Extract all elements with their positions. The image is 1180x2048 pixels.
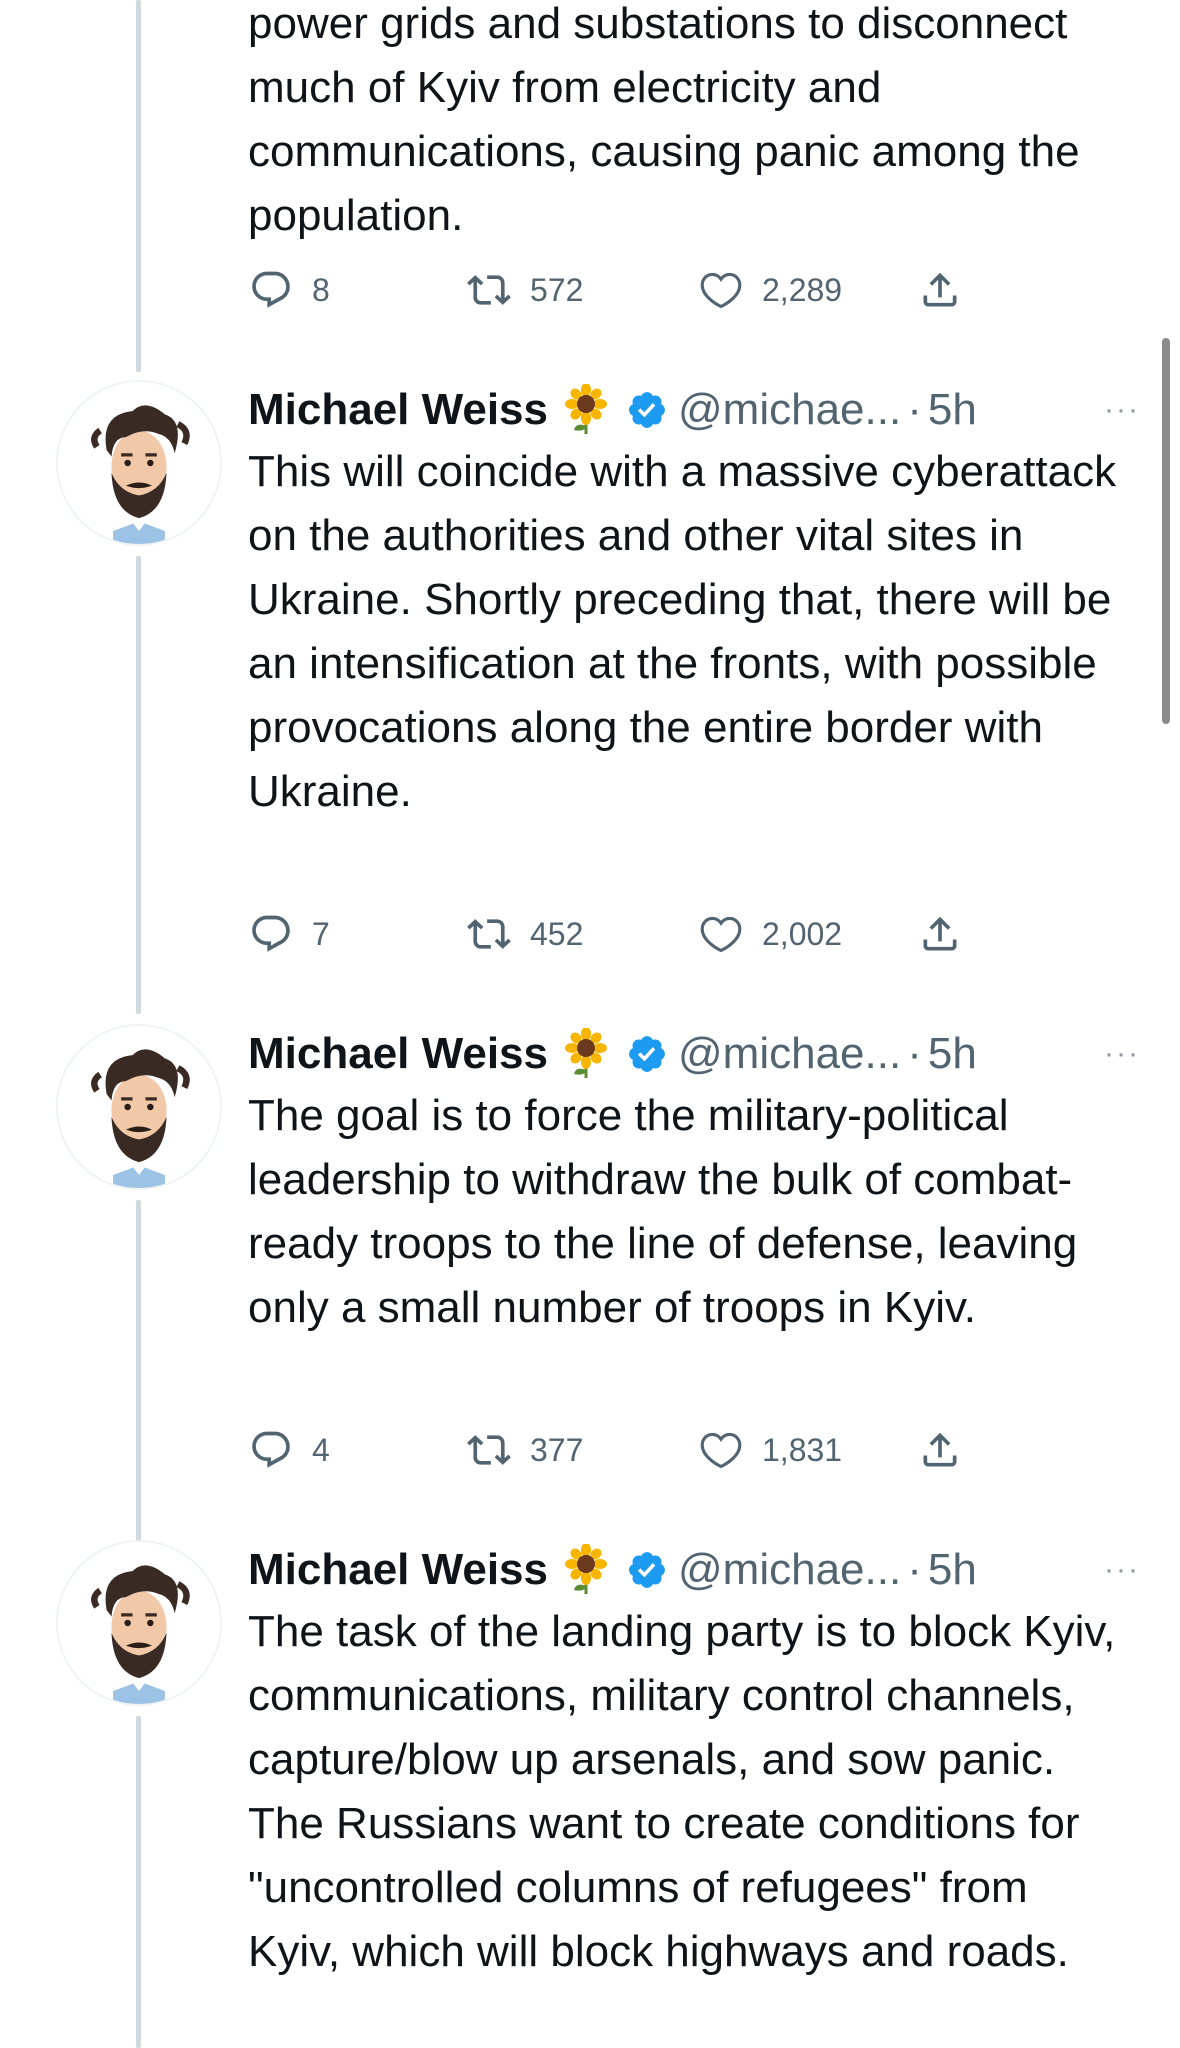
share-icon [918,911,962,957]
tweet-text: power grids and substations to disconnec… [248,0,1080,240]
tweet-header: Michael Weiss @michae... · 5h ··· [248,1540,1140,1600]
reply-count: 4 [312,1431,330,1468]
thread-line [136,1200,141,1542]
sunflower-icon [562,1024,610,1084]
avatar[interactable] [56,380,222,546]
heart-icon [698,1427,744,1473]
timestamp[interactable]: 5h [928,1540,977,1600]
retweet-button[interactable]: 452 [466,906,698,962]
tweet-header: Michael Weiss @michae... · 5h ··· [248,380,1140,440]
heart-icon [698,911,744,957]
like-button[interactable]: 2,002 [698,906,918,962]
sunflower-icon [562,380,610,440]
share-icon [918,1427,962,1473]
like-button[interactable]: 2,289 [698,262,918,318]
like-count: 1,831 [762,1431,843,1468]
reply-button[interactable]: 7 [248,906,466,962]
tweet-text: This will coincide with a massive cybera… [248,447,1117,816]
retweet-icon [466,911,512,957]
retweet-count: 572 [530,271,584,308]
reply-icon [248,911,294,957]
verified-badge-icon [624,1540,670,1600]
thread-line [136,1716,141,2048]
author-handle[interactable]: @michae... [678,380,901,440]
author-name[interactable]: Michael Weiss [248,380,548,440]
heart-icon [698,267,744,313]
tweet-header: Michael Weiss @michae... · 5h ··· [248,1024,1140,1084]
retweet-button[interactable]: 572 [466,262,698,318]
author-name[interactable]: Michael Weiss [248,1024,548,1084]
reply-count: 7 [312,915,330,952]
tweet-actions: 8 572 2,289 [248,262,1008,318]
tweet-actions: 7 452 2,002 [248,906,1008,962]
retweet-icon [466,1427,512,1473]
verified-badge-icon [624,1024,670,1084]
verified-badge-icon [624,380,670,440]
share-button[interactable] [918,262,978,318]
thread-line [136,556,141,1014]
author-handle[interactable]: @michae... [678,1024,901,1084]
thread-line [136,0,141,372]
scrollbar[interactable] [1162,338,1170,724]
like-button[interactable]: 1,831 [698,1422,918,1478]
retweet-icon [466,267,512,313]
retweet-count: 452 [530,915,584,952]
tweet-text: The task of the landing party is to bloc… [248,1607,1116,1976]
sunflower-icon [562,1540,610,1600]
share-button[interactable] [918,906,978,962]
reply-count: 8 [312,271,330,308]
timestamp[interactable]: 5h [928,380,977,440]
avatar[interactable] [56,1540,222,1706]
reply-icon [248,267,294,313]
more-options-icon[interactable]: ··· [1084,1034,1140,1074]
separator-dot: · [907,1545,922,1594]
retweet-count: 377 [530,1431,584,1468]
tweet-actions: 4 377 1,831 [248,1422,1008,1478]
share-icon [918,267,962,313]
separator-dot: · [907,1029,922,1078]
reply-icon [248,1427,294,1473]
retweet-button[interactable]: 377 [466,1422,698,1478]
reply-button[interactable]: 8 [248,262,466,318]
more-options-icon[interactable]: ··· [1084,390,1140,430]
timestamp[interactable]: 5h [928,1024,977,1084]
like-count: 2,289 [762,271,843,308]
author-name[interactable]: Michael Weiss [248,1540,548,1600]
tweet-text: The goal is to force the military-politi… [248,1091,1078,1332]
like-count: 2,002 [762,915,843,952]
author-handle[interactable]: @michae... [678,1540,901,1600]
more-options-icon[interactable]: ··· [1084,1550,1140,1590]
reply-button[interactable]: 4 [248,1422,466,1478]
share-button[interactable] [918,1422,978,1478]
avatar[interactable] [56,1024,222,1190]
separator-dot: · [907,385,922,434]
